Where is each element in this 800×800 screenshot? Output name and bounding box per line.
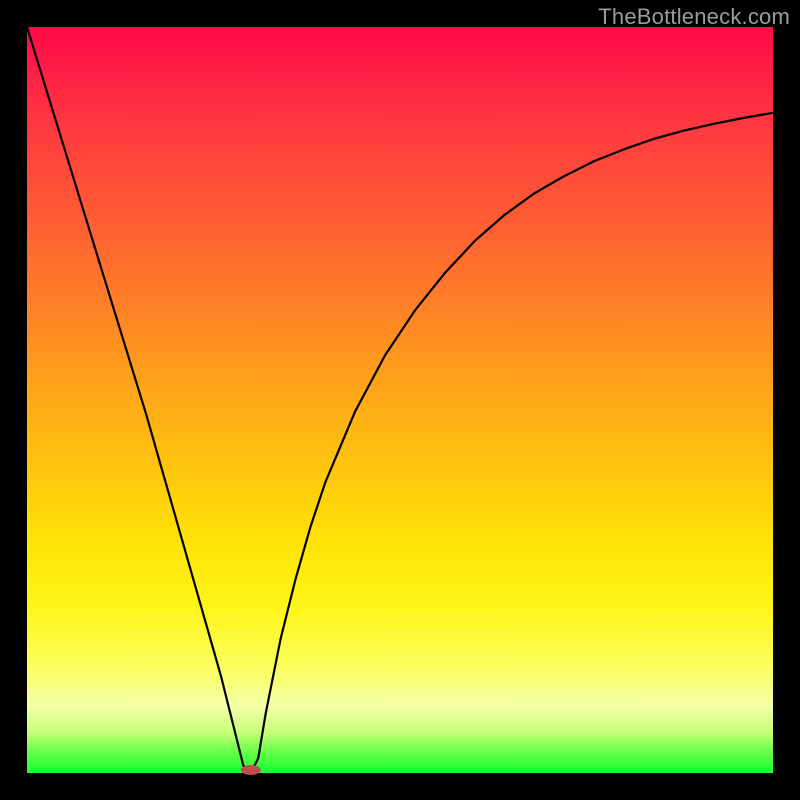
curve-path <box>27 27 773 773</box>
chart-frame: TheBottleneck.com <box>0 0 800 800</box>
plot-area <box>27 27 773 773</box>
min-marker <box>241 765 261 775</box>
watermark-text: TheBottleneck.com <box>598 4 790 30</box>
bottleneck-curve <box>27 27 773 773</box>
